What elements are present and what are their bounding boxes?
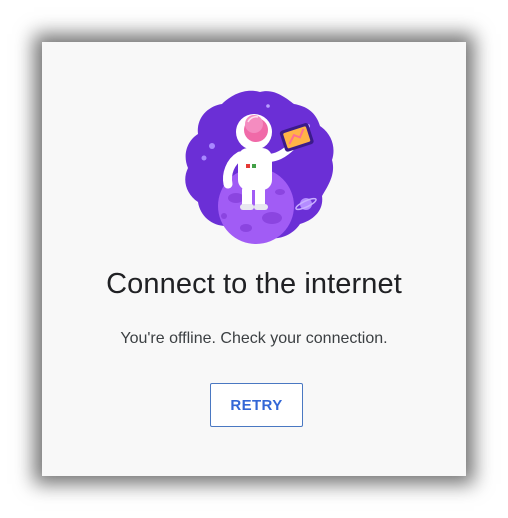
page-title: Connect to the internet: [106, 268, 402, 300]
offline-message: You're offline. Check your connection.: [120, 330, 388, 347]
offline-dialog-frame: Connect to the internet You're offline. …: [42, 42, 466, 476]
offline-dialog: Connect to the internet You're offline. …: [42, 42, 466, 476]
retry-button[interactable]: RETRY: [210, 383, 303, 427]
astronaut-on-planet-illustration: [185, 90, 334, 244]
